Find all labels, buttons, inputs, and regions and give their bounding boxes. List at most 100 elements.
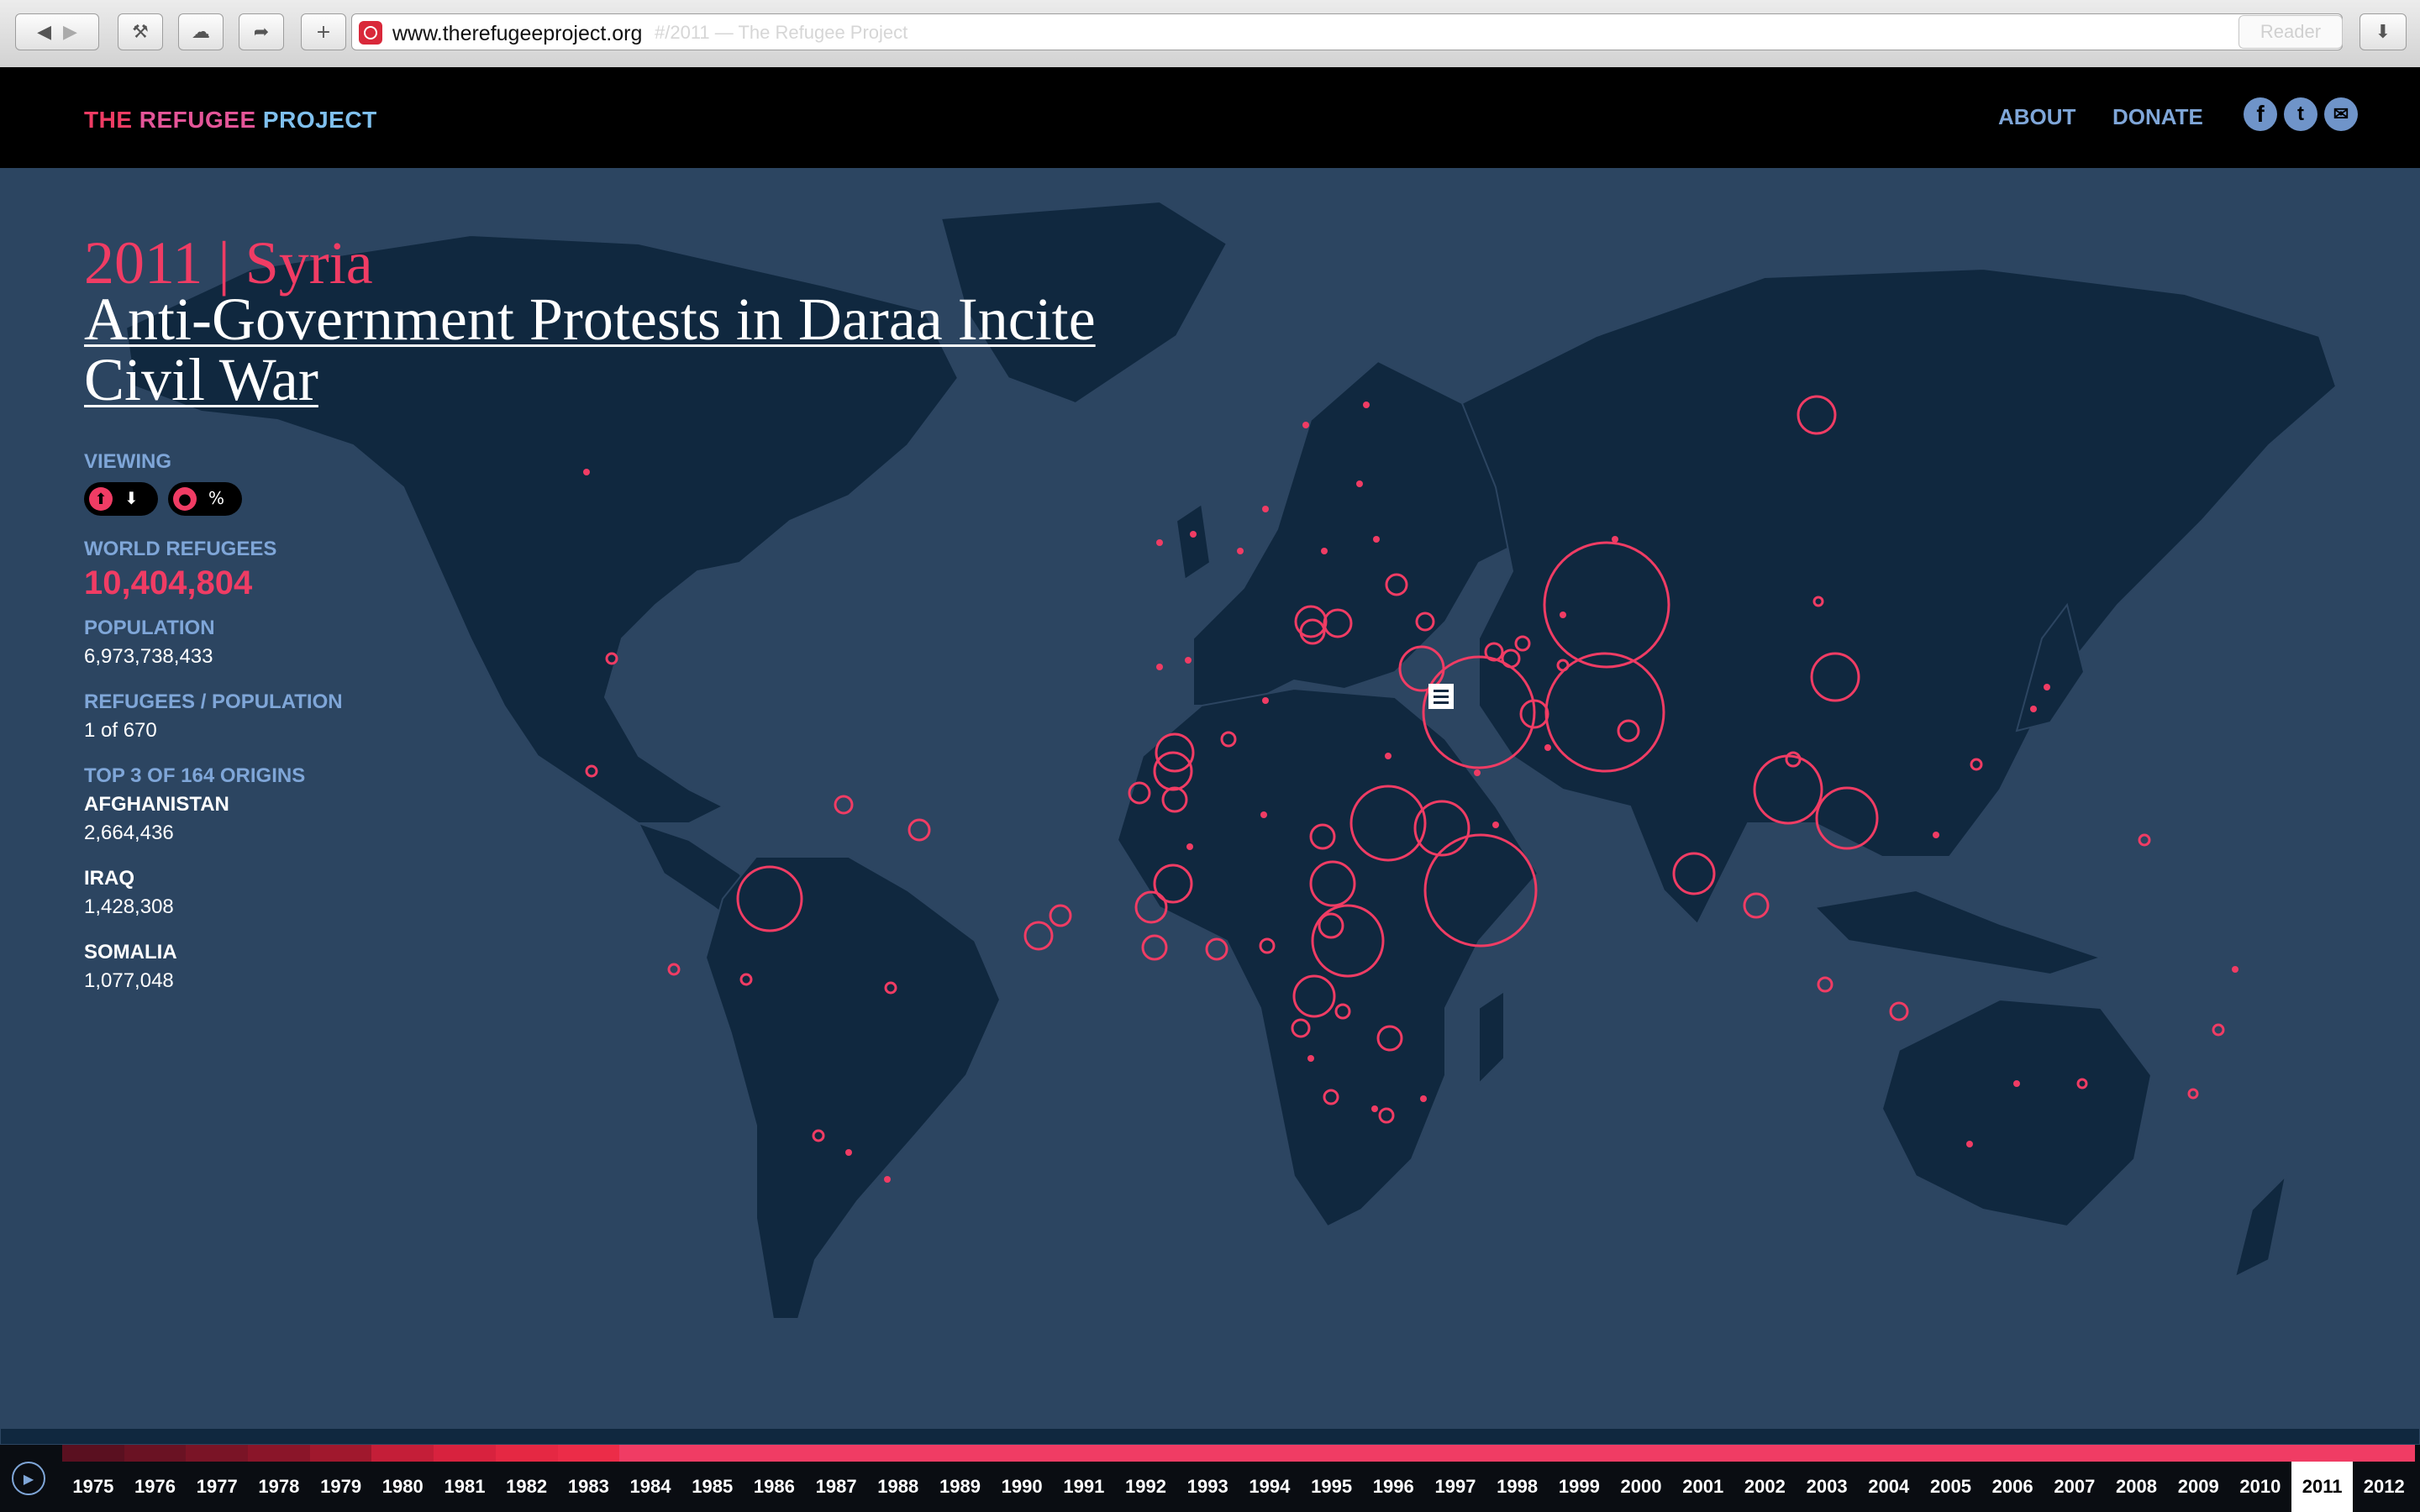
timeline-segment[interactable] xyxy=(681,1445,744,1462)
timeline-segment[interactable] xyxy=(124,1445,187,1462)
timeline-segment[interactable] xyxy=(1796,1445,1858,1462)
year-1978[interactable]: 1978 xyxy=(248,1462,310,1512)
timeline-segment[interactable] xyxy=(866,1445,929,1462)
downloads-button[interactable]: ⬇ xyxy=(2360,13,2407,50)
event-headline[interactable]: Anti-Government Protests in Daraa Incite… xyxy=(84,289,1176,410)
icloud-button[interactable]: ☁ xyxy=(178,13,224,50)
year-1999[interactable]: 1999 xyxy=(1549,1462,1611,1512)
year-1989[interactable]: 1989 xyxy=(929,1462,992,1512)
year-1981[interactable]: 1981 xyxy=(434,1462,496,1512)
timeline-segment[interactable] xyxy=(1919,1445,1982,1462)
year-1994[interactable]: 1994 xyxy=(1239,1462,1301,1512)
timeline-segment[interactable] xyxy=(371,1445,434,1462)
timeline-segment[interactable] xyxy=(1300,1445,1363,1462)
year-1984[interactable]: 1984 xyxy=(619,1462,681,1512)
year-2002[interactable]: 2002 xyxy=(1734,1462,1797,1512)
nav-about-link[interactable]: ABOUT xyxy=(1998,104,2075,130)
refugee-dot xyxy=(1302,422,1309,428)
timeline-segment[interactable] xyxy=(1548,1445,1611,1462)
year-1990[interactable]: 1990 xyxy=(991,1462,1053,1512)
timeline-segment[interactable] xyxy=(1424,1445,1486,1462)
view-toggle-percent[interactable]: ● % xyxy=(168,482,242,516)
timeline-segment[interactable] xyxy=(1176,1445,1239,1462)
year-1986[interactable]: 1986 xyxy=(744,1462,806,1512)
year-1985[interactable]: 1985 xyxy=(681,1462,744,1512)
year-1995[interactable]: 1995 xyxy=(1301,1462,1363,1512)
year-2006[interactable]: 2006 xyxy=(1981,1462,2044,1512)
timeline-segment[interactable] xyxy=(1114,1445,1177,1462)
timeline-segment[interactable] xyxy=(1981,1445,2044,1462)
timeline-segment[interactable] xyxy=(1362,1445,1425,1462)
year-1977[interactable]: 1977 xyxy=(186,1462,248,1512)
year-1976[interactable]: 1976 xyxy=(124,1462,187,1512)
year-2005[interactable]: 2005 xyxy=(1920,1462,1982,1512)
reader-button[interactable]: Reader xyxy=(2238,15,2343,49)
timeline-segment[interactable] xyxy=(248,1445,310,1462)
year-1980[interactable]: 1980 xyxy=(371,1462,434,1512)
nav-donate-link[interactable]: DONATE xyxy=(2112,104,2203,130)
timeline-segment[interactable] xyxy=(309,1445,372,1462)
timeline-segment[interactable] xyxy=(1486,1445,1549,1462)
year-1997[interactable]: 1997 xyxy=(1424,1462,1486,1512)
event-marker[interactable] xyxy=(1428,684,1454,709)
timeline-segment[interactable] xyxy=(1733,1445,1797,1462)
email-icon[interactable]: ✉ xyxy=(2324,97,2358,131)
timeline-segment[interactable] xyxy=(434,1445,496,1462)
year-1996[interactable]: 1996 xyxy=(1362,1462,1424,1512)
year-1975[interactable]: 1975 xyxy=(62,1462,124,1512)
timeline-segment[interactable] xyxy=(2105,1445,2168,1462)
timeline-segment[interactable] xyxy=(2291,1445,2354,1462)
twitter-icon[interactable]: t xyxy=(2284,97,2317,131)
timeline-segment[interactable] xyxy=(1671,1445,1734,1462)
facebook-icon[interactable]: f xyxy=(2244,97,2277,131)
year-2000[interactable]: 2000 xyxy=(1610,1462,1672,1512)
timeline-segment[interactable] xyxy=(1239,1445,1301,1462)
year-1982[interactable]: 1982 xyxy=(496,1462,558,1512)
timeline-segment[interactable] xyxy=(2044,1445,2106,1462)
year-2012[interactable]: 2012 xyxy=(2353,1462,2415,1512)
year-1987[interactable]: 1987 xyxy=(805,1462,867,1512)
play-icon[interactable]: ▶ xyxy=(12,1462,45,1495)
back-icon[interactable]: ◀ xyxy=(37,22,51,43)
year-2009[interactable]: 2009 xyxy=(2167,1462,2229,1512)
url-text[interactable]: www.therefugeeproject.org xyxy=(392,22,642,46)
bookmarks-button[interactable]: ⚒ xyxy=(118,13,163,50)
timeline-segment[interactable] xyxy=(1857,1445,1920,1462)
origin-value: 2,664,436 xyxy=(84,822,174,844)
timeline-segment[interactable] xyxy=(1053,1445,1115,1462)
timeline-segment[interactable] xyxy=(929,1445,992,1462)
year-1979[interactable]: 1979 xyxy=(310,1462,372,1512)
forward-icon[interactable]: ▶ xyxy=(63,22,77,43)
timeline-segment[interactable] xyxy=(991,1445,1053,1462)
share-button[interactable]: ➦ xyxy=(239,13,284,50)
timeline-segment[interactable] xyxy=(1610,1445,1672,1462)
timeline-segment[interactable] xyxy=(2353,1445,2416,1462)
year-1993[interactable]: 1993 xyxy=(1176,1462,1239,1512)
site-logo[interactable]: THE REFUGEE PROJECT xyxy=(84,107,377,134)
timeline-segment[interactable] xyxy=(62,1445,124,1462)
year-2008[interactable]: 2008 xyxy=(2106,1462,2168,1512)
year-2007[interactable]: 2007 xyxy=(2044,1462,2106,1512)
year-2001[interactable]: 2001 xyxy=(1672,1462,1734,1512)
timeline-segment[interactable] xyxy=(186,1445,249,1462)
timeline-segment[interactable] xyxy=(2229,1445,2291,1462)
timeline-segment[interactable] xyxy=(2167,1445,2230,1462)
year-1991[interactable]: 1991 xyxy=(1053,1462,1115,1512)
view-toggle-origin-destination[interactable]: ⬆ ⬇ xyxy=(84,482,158,516)
year-1988[interactable]: 1988 xyxy=(867,1462,929,1512)
timeline-segment[interactable] xyxy=(805,1445,867,1462)
year-1992[interactable]: 1992 xyxy=(1115,1462,1177,1512)
year-1998[interactable]: 1998 xyxy=(1486,1462,1549,1512)
new-tab-button[interactable]: + xyxy=(301,13,346,50)
year-2004[interactable]: 2004 xyxy=(1858,1462,1920,1512)
year-2010[interactable]: 2010 xyxy=(2229,1462,2291,1512)
year-2003[interactable]: 2003 xyxy=(1796,1462,1858,1512)
timeline-segment[interactable] xyxy=(743,1445,806,1462)
year-2011[interactable]: 2011 xyxy=(2291,1462,2354,1512)
year-1983[interactable]: 1983 xyxy=(558,1462,620,1512)
back-forward-buttons[interactable]: ◀ ▶ xyxy=(15,13,99,50)
timeline-segment[interactable] xyxy=(619,1445,681,1462)
address-bar[interactable]: www.therefugeeproject.org #/2011 — The R… xyxy=(351,13,2343,50)
timeline-segment[interactable] xyxy=(557,1445,620,1462)
timeline-segment[interactable] xyxy=(495,1445,558,1462)
